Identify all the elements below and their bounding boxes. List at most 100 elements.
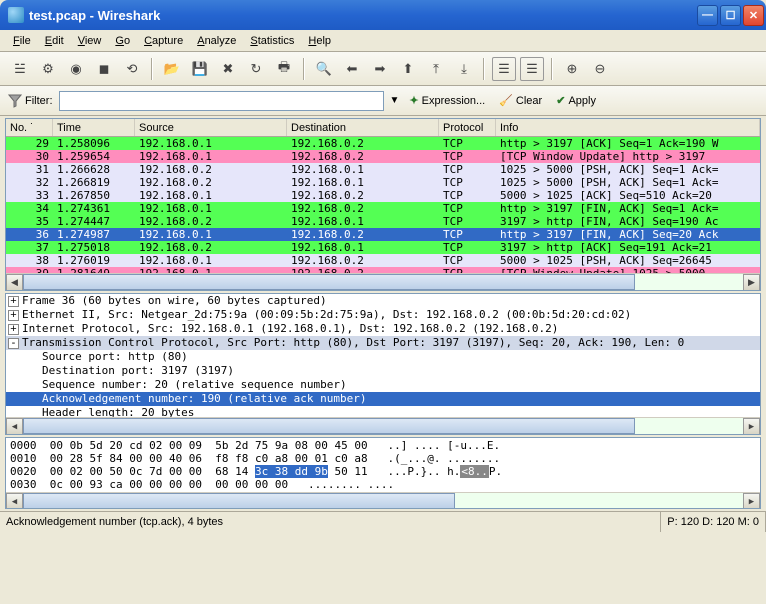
find-icon[interactable]: 🔍 (312, 57, 336, 81)
detail-row[interactable]: +Frame 36 (60 bytes on wire, 60 bytes ca… (6, 294, 760, 308)
packet-row[interactable]: 311.266628192.168.0.2192.168.0.1TCP1025 … (6, 163, 760, 176)
hex-line[interactable]: 0030 0c 00 93 ca 00 00 00 00 00 00 00 00… (10, 478, 756, 491)
scroll-left-icon[interactable]: ◀ (6, 274, 23, 291)
filter-icon (8, 94, 22, 108)
detail-row[interactable]: -Transmission Control Protocol, Src Port… (6, 336, 760, 350)
packet-row[interactable]: 321.266819192.168.0.2192.168.0.1TCP1025 … (6, 176, 760, 189)
filter-dropdown-icon[interactable]: ▼ (390, 95, 400, 106)
hex-line[interactable]: 0010 00 28 5f 84 00 00 40 06 f8 f8 c0 a8… (10, 452, 756, 465)
menu-analyze[interactable]: Analyze (190, 33, 243, 49)
detail-row[interactable]: Header length: 20 bytes (6, 406, 760, 417)
packet-row[interactable]: 371.275018192.168.0.2192.168.0.1TCP3197 … (6, 241, 760, 254)
hex-line[interactable]: 0020 00 02 00 50 0c 7d 00 00 68 14 3c 38… (10, 465, 756, 478)
close-button[interactable]: ✕ (743, 5, 764, 26)
packet-row[interactable]: 351.274447192.168.0.2192.168.0.1TCP3197 … (6, 215, 760, 228)
main-toolbar: ☱ ⚙ ◉ ◼ ⟲ 📂 💾 ✖ ↻ 🖶 🔍 ⬅ ➡ ⬆ ⤒ ⤓ ☰ ☰ ⊕ ⊖ (0, 52, 766, 86)
start-capture-icon[interactable]: ◉ (64, 57, 88, 81)
detail-row[interactable]: +Ethernet II, Src: Netgear_2d:75:9a (00:… (6, 308, 760, 322)
scroll-left-icon[interactable]: ◀ (6, 493, 23, 509)
separator (551, 58, 553, 80)
scroll-thumb[interactable] (23, 274, 635, 290)
clear-button[interactable]: 🧹Clear (495, 92, 546, 109)
filter-input[interactable] (59, 91, 384, 111)
menu-edit[interactable]: Edit (38, 33, 71, 49)
options-icon[interactable]: ⚙ (36, 57, 60, 81)
tree-toggle-icon[interactable]: + (8, 324, 19, 335)
apply-button[interactable]: ✔Apply (552, 92, 600, 109)
scroll-left-icon[interactable]: ◀ (6, 418, 23, 435)
zoom-in-icon[interactable]: ⊕ (560, 57, 584, 81)
open-icon[interactable]: 📂 (160, 57, 184, 81)
tree-toggle-icon[interactable]: + (8, 310, 19, 321)
print-icon[interactable]: 🖶 (272, 57, 296, 81)
detail-row[interactable]: Source port: http (80) (6, 350, 760, 364)
packet-bytes-pane[interactable]: 0000 00 0b 5d 20 cd 02 00 09 5b 2d 75 9a… (5, 437, 761, 509)
packet-row[interactable]: 331.267850192.168.0.1192.168.0.2TCP5000 … (6, 189, 760, 202)
packet-list-header[interactable]: No. ˙ Time Source Destination Protocol I… (6, 119, 760, 137)
scroll-thumb[interactable] (23, 493, 455, 509)
detail-hscroll[interactable]: ◀ ▶ (6, 417, 760, 434)
menu-file[interactable]: File (6, 33, 38, 49)
scroll-right-icon[interactable]: ▶ (743, 493, 760, 509)
packet-row[interactable]: 301.259654192.168.0.1192.168.0.2TCP[TCP … (6, 150, 760, 163)
tree-toggle-icon[interactable]: - (8, 338, 19, 349)
menu-statistics[interactable]: Statistics (243, 33, 301, 49)
col-header-time[interactable]: Time (53, 119, 135, 136)
menu-capture[interactable]: Capture (137, 33, 190, 49)
packet-hscroll[interactable]: ◀ ▶ (6, 273, 760, 290)
tree-toggle-icon[interactable]: + (8, 296, 19, 307)
scroll-track[interactable] (23, 274, 743, 290)
packet-list-pane[interactable]: No. ˙ Time Source Destination Protocol I… (5, 118, 761, 291)
detail-row[interactable]: +Internet Protocol, Src: 192.168.0.1 (19… (6, 322, 760, 336)
col-header-source[interactable]: Source (135, 119, 287, 136)
scroll-thumb[interactable] (23, 418, 635, 434)
col-header-destination[interactable]: Destination (287, 119, 439, 136)
status-selected-field: Acknowledgement number (tcp.ack), 4 byte… (0, 512, 661, 532)
detail-row[interactable]: Acknowledgement number: 190 (relative ac… (6, 392, 760, 406)
go-back-icon[interactable]: ⬅ (340, 57, 364, 81)
packet-details-pane[interactable]: +Frame 36 (60 bytes on wire, 60 bytes ca… (5, 293, 761, 435)
filter-label-text: Filter: (25, 95, 53, 107)
zoom-out-icon[interactable]: ⊖ (588, 57, 612, 81)
col-header-protocol[interactable]: Protocol (439, 119, 496, 136)
detail-text: Transmission Control Protocol, Src Port:… (22, 336, 684, 349)
go-forward-icon[interactable]: ➡ (368, 57, 392, 81)
close-file-icon[interactable]: ✖ (216, 57, 240, 81)
packet-row[interactable]: 291.258096192.168.0.1192.168.0.2TCPhttp … (6, 137, 760, 150)
packet-row[interactable]: 341.274361192.168.0.1192.168.0.2TCPhttp … (6, 202, 760, 215)
detail-text: Destination port: 3197 (3197) (42, 364, 234, 377)
window-title: test.pcap - Wireshark (29, 8, 697, 23)
autoscroll-icon[interactable]: ☰ (520, 57, 544, 81)
restart-capture-icon[interactable]: ⟲ (120, 57, 144, 81)
detail-text: Header length: 20 bytes (42, 406, 194, 417)
detail-text: Frame 36 (60 bytes on wire, 60 bytes cap… (22, 294, 327, 307)
go-last-icon[interactable]: ⤓ (452, 57, 476, 81)
maximize-button[interactable]: ☐ (720, 5, 741, 26)
expression-button[interactable]: ✦Expression... (405, 92, 489, 109)
menu-help[interactable]: Help (301, 33, 338, 49)
col-header-no[interactable]: No. ˙ (6, 119, 53, 136)
go-first-icon[interactable]: ⤒ (424, 57, 448, 81)
detail-row[interactable]: Destination port: 3197 (3197) (6, 364, 760, 378)
interfaces-icon[interactable]: ☱ (8, 57, 32, 81)
scroll-right-icon[interactable]: ▶ (743, 274, 760, 291)
scroll-track[interactable] (23, 493, 743, 509)
save-icon[interactable]: 💾 (188, 57, 212, 81)
separator (303, 58, 305, 80)
scroll-track[interactable] (23, 418, 743, 434)
menu-go[interactable]: Go (108, 33, 137, 49)
scroll-right-icon[interactable]: ▶ (743, 418, 760, 435)
hex-hscroll[interactable]: ◀ ▶ (6, 492, 760, 509)
packet-row[interactable]: 381.276019192.168.0.1192.168.0.2TCP5000 … (6, 254, 760, 267)
stop-capture-icon[interactable]: ◼ (92, 57, 116, 81)
packet-row[interactable]: 361.274987192.168.0.1192.168.0.2TCPhttp … (6, 228, 760, 241)
minimize-button[interactable]: — (697, 5, 718, 26)
col-header-info[interactable]: Info (496, 119, 760, 136)
menu-view[interactable]: View (71, 33, 109, 49)
detail-row[interactable]: Sequence number: 20 (relative sequence n… (6, 378, 760, 392)
colorize-icon[interactable]: ☰ (492, 57, 516, 81)
hex-line[interactable]: 0000 00 0b 5d 20 cd 02 00 09 5b 2d 75 9a… (10, 439, 756, 452)
go-to-icon[interactable]: ⬆ (396, 57, 420, 81)
app-icon (8, 7, 24, 23)
reload-icon[interactable]: ↻ (244, 57, 268, 81)
